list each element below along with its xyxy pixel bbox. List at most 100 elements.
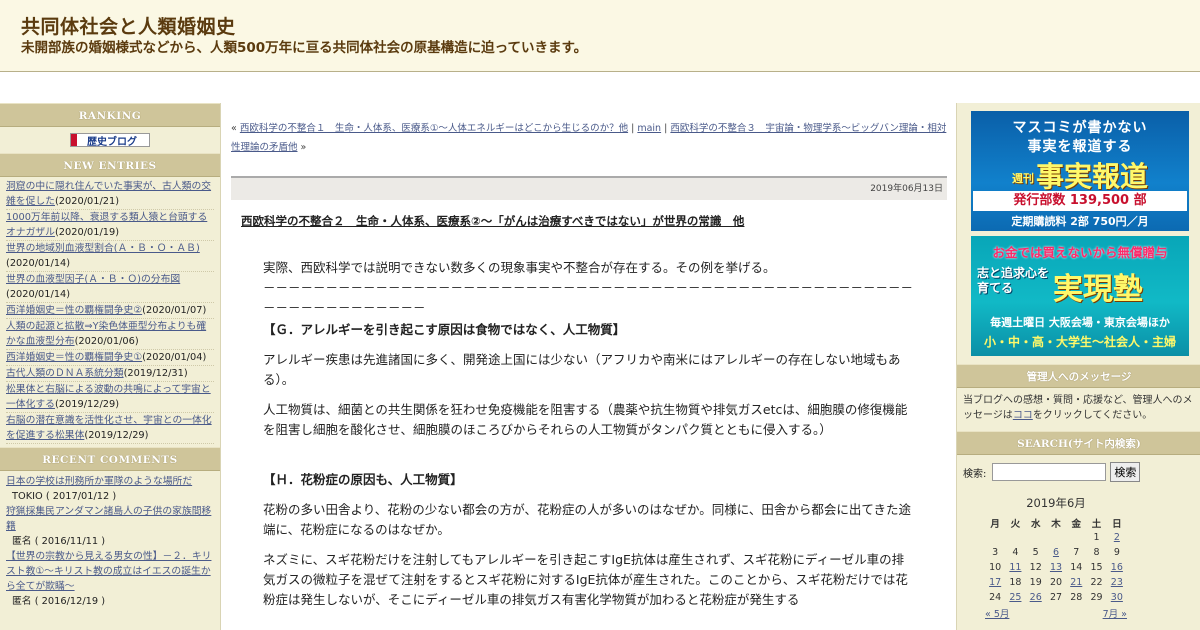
calendar-day-cell: 30	[1107, 590, 1127, 605]
calendar-day-link[interactable]: 17	[989, 577, 1001, 588]
ad2-line4: 小・中・高・大学生～社会人・主婦	[983, 335, 1176, 349]
ad1-big: 事実報道	[1035, 160, 1148, 193]
ranking-box: 歴史ブログ	[0, 127, 220, 153]
recent-comment-link[interactable]: 狩猟採集民アンダマン諸島人の子供の家族間移籍	[6, 506, 211, 532]
calendar-day-link[interactable]: 2	[1114, 532, 1120, 543]
calendar-day-cell: 17	[985, 575, 1005, 590]
calendar-day-cell: 14	[1066, 560, 1086, 575]
admin-message-text: 当ブログへの感想・質問・応援など、管理人へのメッセージはココをクリックしてくださ…	[963, 393, 1199, 423]
new-entry-item: 右脳の潜在意識を活性化させ、宇宙との一体化を促進する松果体(2019/12/29…	[6, 413, 214, 444]
calendar-day-link[interactable]: 23	[1111, 577, 1123, 588]
nav-open-mark: «	[231, 123, 237, 134]
calendar-day-cell: 11	[1005, 560, 1025, 575]
site-header: 共同体社会と人類婚姻史 未開部族の婚姻様式などから、人類500万年に亘る共同体社…	[0, 0, 1200, 72]
calendar-day-cell: 26	[1026, 590, 1046, 605]
calendar-day-link[interactable]: 26	[1030, 592, 1042, 603]
new-entry-link[interactable]: 西洋婚姻史＝性の覇権闘争史①	[6, 352, 142, 363]
calendar-day: 27	[1049, 592, 1063, 603]
calendar-day-link[interactable]: 30	[1111, 592, 1123, 603]
calendar-day: 10	[989, 562, 1002, 573]
new-entry-item: 世界の地域別血液型割合(Ａ・Ｂ・Ｏ・ＡＢ) (2020/01/14)	[6, 241, 214, 272]
calendar-caption: 2019年6月	[1026, 496, 1086, 510]
new-entry-link[interactable]: 西洋婚姻史＝性の覇権闘争史②	[6, 305, 142, 316]
calendar-day-cell	[1046, 530, 1066, 545]
admin-message-link[interactable]: ココ	[1013, 410, 1033, 421]
calendar-week-row: 10 11 12 13 14 15 16	[985, 560, 1127, 575]
calendar-prev-month-link[interactable]: « 5月	[985, 606, 1009, 620]
post-body: 実際、西欧科学では説明できない数多くの現象事実や不整合が存在する。その例を挙げる…	[263, 258, 913, 620]
new-entries-heading: NEW ENTRIES	[0, 153, 220, 177]
new-entry-item: 世界の血液型因子(Ａ・Ｂ・Ｏ)の分布図 (2020/01/14)	[6, 272, 214, 303]
calendar-next-month-link[interactable]: 7月 »	[1103, 606, 1127, 620]
recent-comments-list: 日本の学校は刑務所か軍隊のような場所だ TOKIO ( 2017/01/12 ) 狩…	[0, 471, 220, 609]
calendar-day-link[interactable]: 25	[1009, 592, 1021, 603]
calendar-day: 15	[1090, 562, 1103, 573]
paragraph-g2: 人工物質は、細菌との共生関係を狂わせ免疫機能を阻害する（農薬や抗生物質や排気ガス…	[263, 402, 908, 437]
recent-comment-author: 匿名 ( 2016/12/19 )	[12, 596, 106, 607]
recent-comments-heading: RECENT COMMENTS	[0, 447, 220, 471]
calendar-day: 7	[1073, 547, 1080, 558]
calendar-day-link[interactable]: 6	[1053, 547, 1059, 558]
calendar-day-cell: 19	[1026, 575, 1046, 590]
calendar: 2019年6月 月火水木金土日 1 2 3 4 5 6 7 8 9 10 11 12 13 14 15 16 1…	[985, 495, 1185, 620]
new-entry-link[interactable]: 古代人類のＤＮＡ系統分類	[6, 368, 124, 379]
calendar-day-cell: 1	[1086, 530, 1106, 545]
new-entry-date: (2020/01/04)	[142, 352, 207, 363]
calendar-day-link[interactable]: 13	[1050, 562, 1062, 573]
nav-separator: |	[631, 123, 635, 134]
site-subtitle: 未開部族の婚姻様式などから、人類500万年に亘る共同体社会の原基構造に迫っていき…	[21, 40, 588, 56]
jitsugen-juku-ad-banner[interactable]: お金では買えないから無償贈与 志と追求心を育てる 実現塾 毎週土曜日 大阪会場・…	[971, 236, 1189, 356]
new-entry-date: (2020/01/14)	[6, 258, 71, 269]
new-entry-link[interactable]: 世界の血液型因子(Ａ・Ｂ・Ｏ)の分布図	[6, 274, 180, 285]
calendar-weekday: 月	[990, 518, 1000, 530]
new-entry-date: (2020/01/21)	[54, 196, 120, 207]
calendar-day-cell: 28	[1066, 590, 1086, 605]
new-entry-item: 西洋婚姻史＝性の覇権闘争史②(2020/01/07)	[6, 303, 214, 319]
calendar-day: 14	[1070, 562, 1083, 573]
site-title[interactable]: 共同体社会と人類婚姻史	[21, 12, 236, 39]
nav-close-mark: »	[300, 142, 307, 153]
calendar-week-row: 3 4 5 6 7 8 9	[985, 545, 1127, 560]
new-entry-link[interactable]: 世界の地域別血液型割合(Ａ・Ｂ・Ｏ・ＡＢ)	[6, 243, 200, 254]
calendar-day-link[interactable]: 21	[1070, 577, 1082, 588]
jijitsu-houdou-ad-banner[interactable]: マスコミが書かない 事実を報道する 週刊事実報道 発行部数 139,500 部 …	[971, 111, 1189, 231]
recent-comment-link[interactable]: 【世界の宗教から見える男女の性】－２．キリスト教①～キリスト教の成立はイエスの誕…	[6, 551, 211, 592]
new-entry-item: 洞窟の中に隠れ住んでいた事実が、古人類の交雑を促した(2020/01/21)	[6, 179, 214, 210]
calendar-day-cell: 10	[985, 560, 1005, 575]
calendar-day-cell: 4	[1005, 545, 1025, 560]
calendar-day-cell	[1005, 530, 1025, 545]
calendar-day-cell	[1066, 530, 1086, 545]
calendar-day: 24	[989, 592, 1002, 603]
recent-comment-link[interactable]: 日本の学校は刑務所か軍隊のような場所だ	[6, 476, 192, 487]
calendar-day-link[interactable]: 11	[1009, 562, 1021, 573]
calendar-weekday: 金	[1071, 518, 1082, 530]
calendar-day: 20	[1049, 577, 1063, 588]
calendar-weekday: 土	[1091, 518, 1102, 530]
search-button[interactable]: 検索	[1110, 462, 1141, 482]
calendar-day-cell: 12	[1026, 560, 1046, 575]
ad2-tagline: 志と追求心を育てる	[977, 266, 1050, 295]
dash-separator: －－－－－－－－－－－－－－－－－－－－－－－－－－－－－－－－－－－－－－－－…	[263, 280, 914, 315]
ad2-big: 実現塾	[1053, 272, 1143, 307]
calendar-day-cell: 13	[1046, 560, 1066, 575]
calendar-day: 22	[1090, 577, 1103, 588]
new-entry-date: (2019/12/29)	[54, 399, 120, 410]
section-heading-g: 【Ｇ．アレルギーを引き起こす原因は食物ではなく、人工物質】	[263, 322, 626, 337]
search-label: 検索:	[963, 468, 987, 480]
new-entry-item: 松果体と右脳による波動の共鳴によって宇宙と一体化する(2019/12/29)	[6, 382, 214, 413]
calendar-day-cell: 27	[1046, 590, 1066, 605]
history-blog-ranking-banner[interactable]: 歴史ブログ	[70, 133, 150, 148]
post-navigation: « 西欧科学の不整合１ 生命・人体系、医療系①～人体エネルギーはどこから生じるの…	[231, 119, 947, 157]
search-input[interactable]	[992, 463, 1107, 481]
calendar-day-link[interactable]: 16	[1111, 562, 1123, 573]
recent-comment-item: 日本の学校は刑務所か軍隊のような場所だ TOKIO ( 2017/01/12 )	[6, 474, 214, 504]
paragraph-h2: ネズミに、スギ花粉だけを注射してもアレルギーを引き起こすIgE抗体は産生されず、…	[263, 552, 908, 607]
calendar-day-cell: 5	[1026, 545, 1046, 560]
main-link[interactable]: main	[637, 123, 661, 134]
new-entry-item: 西洋婚姻史＝性の覇権闘争史①(2020/01/04)	[6, 350, 214, 366]
calendar-day-cell: 18	[1005, 575, 1025, 590]
calendar-day: 28	[1070, 592, 1083, 603]
post-title[interactable]: 西欧科学の不整合２ 生命・人体系、医療系②～「がんは治療すべきではない」が世界の…	[241, 213, 744, 229]
calendar-weekday: 火	[1010, 518, 1021, 530]
prev-post-link[interactable]: 西欧科学の不整合１ 生命・人体系、医療系①～人体エネルギーはどこから生じるのか？…	[240, 123, 628, 134]
